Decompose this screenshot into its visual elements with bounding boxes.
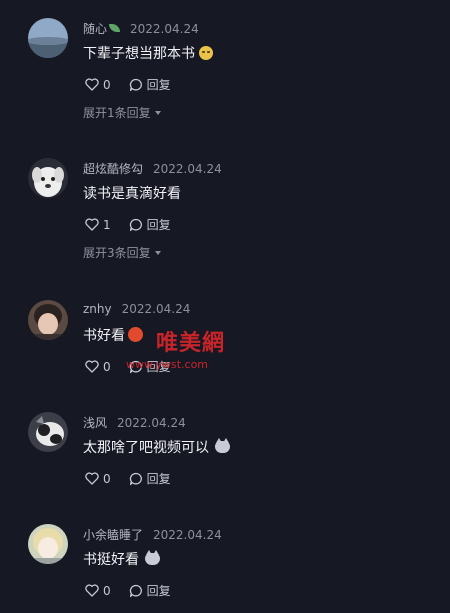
reply-label: 回复 [146,218,171,232]
comment-meta: 小余瞌睡了 2022.04.24 [83,526,222,543]
caret-down-icon [154,111,161,115]
username[interactable]: 小余瞌睡了 [83,528,143,542]
username[interactable]: 浅风 [83,416,107,430]
comment-bubble-icon [129,78,142,91]
heart-icon [85,78,99,91]
comment-meta: 随心 2022.04.24 [83,20,199,37]
comment-text: 书挺好看 [83,549,160,569]
comment-date: 2022.04.24 [130,22,199,36]
avatar[interactable] [28,412,68,452]
caret-down-icon [154,251,161,255]
comment-bubble-icon [129,218,142,231]
like-count: 1 [103,217,111,232]
comment-date: 2022.04.24 [121,302,191,316]
comment-text-content: 书好看 [83,328,125,344]
comment-meta: 浅风 2022.04.24 [83,414,186,431]
like-button[interactable]: 0 [85,78,111,92]
comment-bubble-icon [129,584,142,597]
watermark: 唯美網 [156,331,226,356]
reply-button[interactable]: 回复 [129,76,171,93]
username[interactable]: 随心 [83,22,107,36]
comment-date: 2022.04.24 [117,416,186,430]
heart-icon [85,472,99,485]
expand-replies-button[interactable]: 展开3条回复 [83,244,161,261]
comment-text-content: 太那啥了吧视频可以 [83,440,209,456]
reply-button[interactable]: 回复 [129,216,171,233]
comment-text: 下辈子想当那本书 [83,43,213,63]
reply-button[interactable]: 回复 [129,582,171,599]
like-button[interactable]: 1 [85,218,111,232]
reply-label: 回复 [146,78,171,92]
like-count: 0 [103,471,111,486]
expand-replies-button[interactable]: 展开1条回复 [83,104,161,121]
avatar[interactable] [28,158,68,198]
red-emoji-icon [128,327,143,342]
leaf-emoji-icon [109,24,121,32]
comment-date: 2022.04.24 [153,528,222,542]
cat-emoji-icon [215,438,230,453]
like-count: 0 [103,77,111,92]
reply-label: 回复 [146,472,171,486]
username[interactable]: znhy [83,302,112,316]
comment-bubble-icon [129,472,142,485]
like-count: 0 [103,583,111,598]
avatar[interactable] [28,18,68,58]
like-button[interactable]: 0 [85,584,111,598]
reply-button[interactable]: 回复 [129,470,171,487]
reply-label: 回复 [146,584,171,598]
like-button[interactable]: 0 [85,360,111,374]
heart-icon [85,218,99,231]
expand-replies-label: 展开1条回复 [83,106,151,120]
comment-actions: 0 回复 [85,582,171,599]
like-button[interactable]: 0 [85,472,111,486]
comment-text: 书好看 [83,325,143,345]
watermark-url: www.ywst.com [126,358,209,371]
comment-text: 太那啥了吧视频可以 [83,437,230,457]
avatar[interactable] [28,524,68,564]
heart-icon [85,584,99,597]
cat-emoji-icon [145,550,160,565]
comment-text-content: 下辈子想当那本书 [83,46,195,62]
heart-icon [85,360,99,373]
comment-text: 读书是真滴好看 [83,183,181,203]
comment-actions: 1 回复 [85,216,171,233]
like-count: 0 [103,359,111,374]
comment-actions: 0 回复 [85,470,171,487]
comment-actions: 0 回复 [85,76,171,93]
smiling-face-emoji-icon [199,46,213,60]
comment-meta: znhy 2022.04.24 [83,302,190,316]
comment-text-content: 读书是真滴好看 [83,186,181,202]
username[interactable]: 超炫酷修勾 [83,162,143,176]
comment-meta: 超炫酷修勾 2022.04.24 [83,160,222,177]
avatar[interactable] [28,300,68,340]
expand-replies-label: 展开3条回复 [83,246,151,260]
comment-text-content: 书挺好看 [83,552,139,568]
comment-date: 2022.04.24 [153,162,222,176]
